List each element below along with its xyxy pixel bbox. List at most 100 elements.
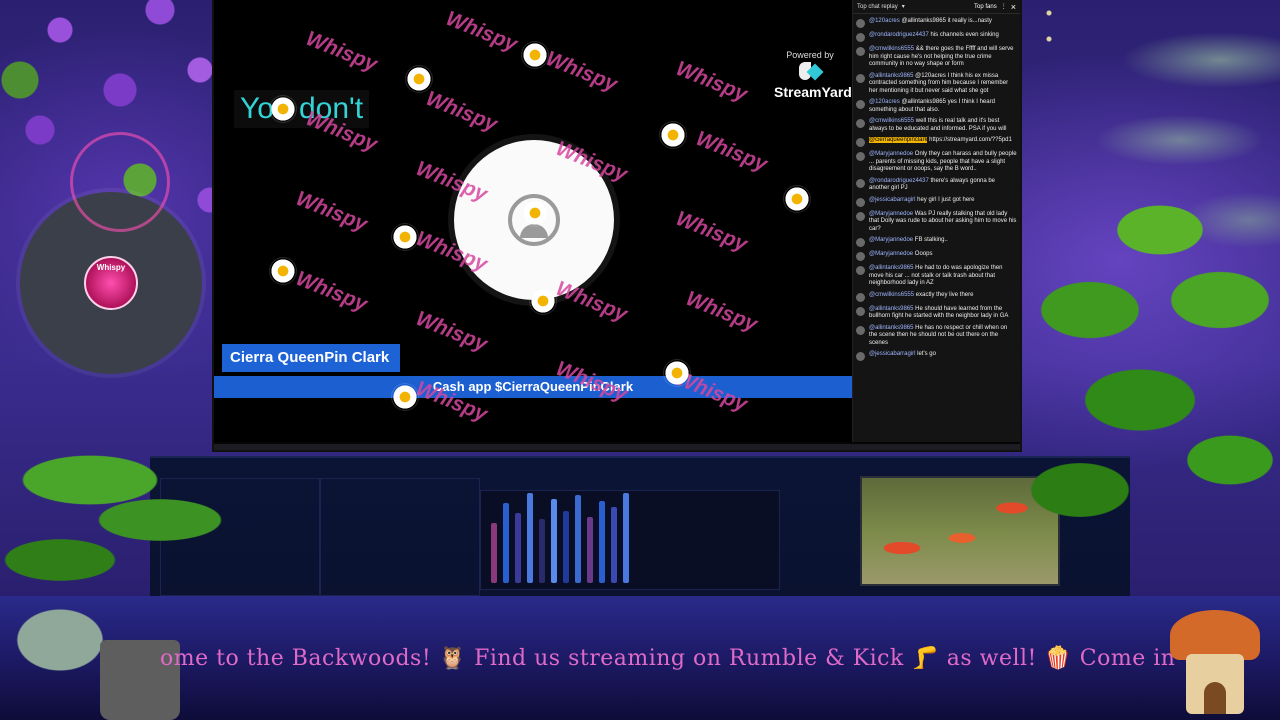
whispy-watermark: Whispy (442, 6, 521, 57)
chat-user[interactable]: @cmwilkins6555 (869, 46, 914, 52)
chat-message: @120acres @allintanks9865 it really is..… (856, 16, 1017, 30)
chat-message-list[interactable]: @120acres @allintanks9865 it really is..… (853, 14, 1020, 363)
avatar (856, 325, 865, 335)
book (539, 519, 545, 583)
chat-user[interactable]: @cmwilkins6555 (869, 118, 914, 124)
avatar (856, 178, 865, 188)
stream-tv: You don't Powered by StreamYard Cierra Q… (214, 0, 1020, 450)
chat-user[interactable]: @Maryjannedoe (869, 251, 913, 257)
whispy-watermark: Whispy (292, 186, 371, 237)
chat-user[interactable]: @rondarodriguez4437 (869, 32, 929, 38)
chat-message: @cmwilkins6555 well this is real talk an… (856, 116, 1017, 135)
whispy-badge: Whispy (84, 256, 138, 310)
book (551, 499, 557, 583)
stream-stage: You don't Powered by StreamYard Cierra Q… (214, 0, 852, 442)
whispy-watermark: Whispy (672, 206, 751, 257)
avatar (856, 252, 865, 261)
avatar (856, 100, 865, 109)
neon-ring (70, 132, 170, 232)
daisy-icon (660, 122, 686, 148)
avatar (856, 19, 865, 28)
ticker-text: ome to the Backwoods! 🦉 Find us streamin… (160, 646, 1176, 671)
daisy-icon (530, 288, 556, 314)
avatar (856, 197, 865, 207)
chat-text: exactly they live there (915, 291, 974, 298)
chat-user[interactable]: @cmwilkins6555 (869, 292, 914, 298)
chat-user[interactable]: @Maryjannedoe (869, 211, 913, 217)
avatar (856, 73, 865, 83)
daisy-icon (392, 224, 418, 250)
chat-user[interactable]: @allintanks9865 (869, 306, 913, 312)
chat-message: @cierraqueenpinclark https://streamyard.… (856, 135, 1017, 149)
whispy-watermark: Whispy (292, 266, 371, 317)
chat-message: @Maryjannedoe Only they can harass and b… (856, 149, 1017, 176)
chat-user[interactable]: @allintanks9865 (869, 73, 913, 79)
streamyard-logo-icon (797, 62, 823, 82)
chat-user[interactable]: @jessicabarragirl (869, 197, 915, 203)
daisy-icon (270, 96, 296, 122)
chat-user[interactable]: @allintanks9865 (869, 265, 913, 271)
chat-message: @rondarodriguez4437 there's always gonna… (856, 176, 1017, 195)
chat-user[interactable]: @allintanks9865 (869, 325, 913, 331)
chat-message: @rondarodriguez4437 his channels even si… (856, 30, 1017, 44)
chat-message: @120acres @allintanks9865 yes I think I … (856, 97, 1017, 116)
chat-user[interactable]: @rondarodriguez4437 (869, 178, 929, 184)
whispy-watermark: Whispy (542, 46, 621, 97)
avatar (856, 47, 865, 56)
welcome-ticker: ome to the Backwoods! 🦉 Find us streamin… (0, 640, 1280, 680)
avatar (856, 266, 865, 275)
daisy-icon (270, 258, 296, 284)
chat-text: let's go (917, 351, 936, 357)
chat-message: @Maryjannedoe FB stalking.. (856, 235, 1017, 249)
avatar (856, 292, 865, 302)
live-caption: You don't (234, 90, 370, 128)
chat-message: @jessicabarragirl hey girl I just got he… (856, 195, 1017, 209)
close-icon[interactable]: × (1011, 2, 1016, 12)
daisy-icon (406, 66, 432, 92)
book (503, 503, 509, 583)
chat-message: @Maryjannedoe Ooops (856, 249, 1017, 263)
book (563, 511, 569, 583)
chat-user[interactable]: @jessicabarragirl (869, 351, 915, 357)
avatar (856, 152, 865, 161)
chat-user[interactable]: @Maryjannedoe (869, 237, 913, 243)
chat-header: Top chat replay ▾ Top fans ⋮ × (853, 0, 1020, 14)
whispy-watermark: Whispy (302, 26, 381, 77)
top-fans-tab[interactable]: Top fans (974, 4, 997, 10)
chat-link[interactable]: https://streamyard.com/??5pd1 (929, 137, 1012, 143)
whispy-watermark: Whispy (672, 56, 751, 107)
chevron-down-icon[interactable]: ▾ (902, 3, 905, 10)
chat-user[interactable]: @cierraqueenpinclark (869, 137, 928, 143)
avatar (856, 238, 865, 247)
mushroom-roof (1170, 610, 1260, 660)
whispy-watermark: Whispy (682, 286, 761, 337)
book (515, 513, 521, 583)
daisy-icon (392, 384, 418, 410)
whispy-watermark: Whispy (422, 86, 501, 137)
streamyard-brand: Powered by StreamYard (774, 50, 852, 100)
book (491, 523, 497, 583)
more-icon[interactable]: ⋮ (1001, 3, 1007, 10)
daisy-icon (522, 42, 548, 68)
chat-user[interactable]: @120acres (869, 18, 900, 24)
whispy-watermark: Whispy (692, 126, 771, 177)
daisy-icon (784, 186, 810, 212)
book (599, 501, 605, 583)
book-shelf (480, 490, 780, 590)
streamyard-label: StreamYard (774, 84, 852, 100)
chat-message: @cmwilkins6555 exactly they live there (856, 290, 1017, 304)
chat-message: @allintanks9865 He had to do was apologi… (856, 263, 1017, 290)
book (527, 493, 533, 583)
chat-message: @allintanks9865 He should have learned f… (856, 304, 1017, 323)
chat-text: @allintanks9865 it really is...nasty (901, 18, 992, 24)
chat-mode-dropdown[interactable]: Top chat replay (857, 4, 898, 10)
chat-panel[interactable]: Top chat replay ▾ Top fans ⋮ × @120acres… (852, 0, 1020, 442)
daisy-icon (522, 200, 548, 226)
chat-user[interactable]: @Maryjannedoe (869, 151, 913, 157)
chat-text: hey girl I just got here (917, 196, 975, 203)
avatar (856, 119, 865, 128)
console-cabinet (320, 478, 480, 596)
cash-app-banner: Cash app $CierraQueenPinClark (214, 376, 852, 398)
avatar (856, 211, 865, 221)
chat-user[interactable]: @120acres (869, 99, 900, 105)
